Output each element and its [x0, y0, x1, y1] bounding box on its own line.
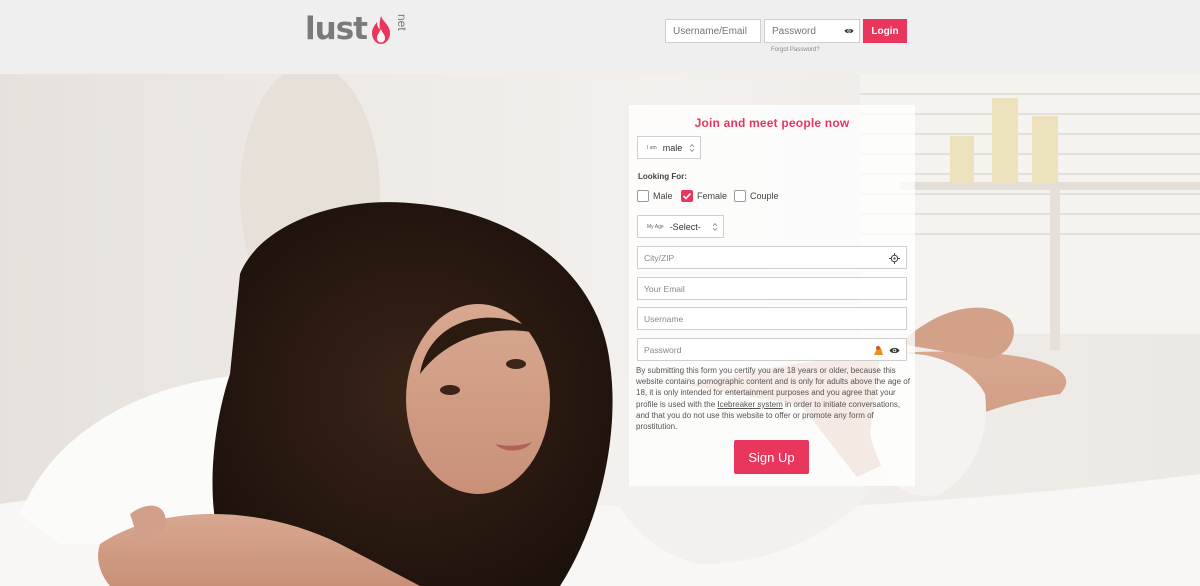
login-password-field: [764, 19, 860, 43]
location-target-icon[interactable]: [889, 253, 900, 264]
looking-female-option[interactable]: Female: [681, 190, 727, 202]
looking-couple-option[interactable]: Couple: [734, 190, 779, 202]
female-checkbox[interactable]: [681, 190, 693, 202]
signup-form: Join and meet people now I am male Looki…: [629, 105, 915, 486]
couple-label: Couple: [750, 191, 779, 201]
looking-male-option[interactable]: Male: [637, 190, 673, 202]
male-label: Male: [653, 191, 673, 201]
sign-up-button[interactable]: Sign Up: [734, 440, 809, 474]
login-button[interactable]: Login: [863, 19, 907, 43]
logo-suffix: net: [394, 14, 409, 31]
icebreaker-system-link[interactable]: Icebreaker system: [717, 400, 782, 409]
site-logo[interactable]: lust net: [305, 11, 409, 47]
forgot-password-link[interactable]: Forgot Password?: [771, 47, 820, 53]
gender-value: male: [662, 142, 683, 153]
male-checkbox[interactable]: [637, 190, 649, 202]
password-placeholder: Password: [644, 344, 682, 355]
email-field[interactable]: Your Email: [637, 277, 907, 300]
age-select[interactable]: My Age -Select-: [637, 215, 724, 238]
password-manager-icon[interactable]: [873, 344, 884, 356]
login-password-input[interactable]: [765, 20, 841, 42]
flame-logo-icon: [371, 16, 390, 44]
checkmark-icon: [682, 192, 692, 200]
username-field[interactable]: Username: [637, 307, 907, 330]
eye-icon[interactable]: [844, 27, 854, 35]
gender-select[interactable]: I am male: [637, 136, 701, 159]
select-arrows-icon: [712, 222, 718, 232]
age-label: My Age: [647, 223, 664, 230]
city-zip-placeholder: City/ZIP: [644, 252, 675, 263]
hero-background-image: [0, 74, 1200, 586]
password-field[interactable]: Password: [637, 338, 907, 361]
signup-title: Join and meet people now: [694, 116, 850, 130]
login-username-input[interactable]: [665, 19, 761, 43]
site-header: lust net Login Forgot Password?: [0, 0, 1200, 74]
eye-icon[interactable]: [889, 346, 900, 355]
couple-checkbox[interactable]: [734, 190, 746, 202]
female-label: Female: [697, 191, 728, 201]
select-arrows-icon: [689, 143, 695, 153]
logo-word: lust: [305, 11, 368, 47]
city-zip-input[interactable]: City/ZIP: [637, 246, 907, 269]
email-placeholder: Your Email: [644, 283, 685, 294]
gender-label: I am: [647, 144, 657, 151]
looking-for-label: Looking For:: [638, 172, 687, 181]
legal-disclaimer: By submitting this form you certify you …: [636, 365, 911, 432]
username-placeholder: Username: [644, 313, 684, 324]
age-value: -Select-: [669, 221, 701, 232]
